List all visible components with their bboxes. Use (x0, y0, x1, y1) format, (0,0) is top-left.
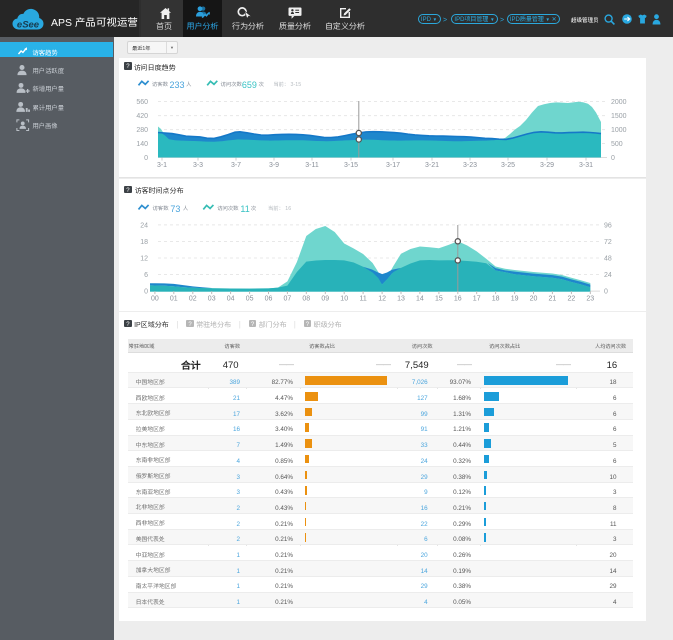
svg-text:03: 03 (208, 294, 216, 304)
svg-text:访问次数: 访问次数 (221, 80, 243, 88)
svg-text:访客数: 访客数 (152, 80, 169, 88)
svg-text:3-7: 3-7 (231, 160, 241, 170)
svg-text:3-11: 3-11 (305, 160, 319, 170)
svg-text:3-29: 3-29 (540, 160, 554, 170)
svg-text:560: 560 (136, 97, 148, 107)
svg-text:72: 72 (604, 237, 612, 247)
svg-text:访客数: 访客数 (153, 204, 170, 212)
svg-text:eSee: eSee (17, 19, 40, 30)
svg-text:3-31: 3-31 (579, 160, 593, 170)
svg-text:16: 16 (454, 294, 462, 304)
svg-text:13: 13 (397, 294, 405, 304)
svg-text:140: 140 (136, 139, 148, 149)
svg-text:1500: 1500 (611, 111, 627, 121)
svg-text:0: 0 (144, 287, 148, 297)
svg-text:0: 0 (604, 287, 608, 297)
svg-text:280: 280 (136, 125, 148, 135)
svg-text:0: 0 (144, 153, 148, 163)
svg-text:20: 20 (530, 294, 538, 304)
svg-text:6: 6 (144, 270, 148, 280)
svg-text:次: 次 (259, 80, 265, 88)
svg-text:0: 0 (611, 153, 615, 163)
svg-text:02: 02 (189, 294, 197, 304)
svg-text:05: 05 (246, 294, 254, 304)
svg-text:10: 10 (340, 294, 348, 304)
svg-text:12: 12 (378, 294, 386, 304)
svg-text:233: 233 (170, 78, 185, 91)
svg-text:23: 23 (586, 294, 594, 304)
svg-text:73: 73 (170, 202, 180, 215)
svg-text:15: 15 (435, 294, 443, 304)
svg-text:3-1: 3-1 (157, 160, 167, 170)
svg-text:1000: 1000 (611, 125, 627, 135)
svg-text:22: 22 (568, 294, 576, 304)
svg-text:11: 11 (359, 294, 366, 304)
svg-text:3-3: 3-3 (193, 160, 203, 170)
svg-text:2000: 2000 (611, 97, 627, 107)
svg-text:人: 人 (183, 204, 189, 212)
svg-text:当前： 3-15: 当前： 3-15 (273, 80, 301, 88)
svg-text:当前： 16: 当前： 16 (268, 204, 291, 212)
svg-text:11: 11 (240, 202, 249, 215)
svg-text:18: 18 (140, 237, 148, 247)
svg-text:09: 09 (321, 294, 329, 304)
svg-text:3-15: 3-15 (344, 160, 358, 170)
svg-text:06: 06 (265, 294, 273, 304)
svg-text:24: 24 (604, 270, 612, 280)
svg-text:08: 08 (302, 294, 310, 304)
svg-text:420: 420 (136, 111, 148, 121)
svg-text:19: 19 (511, 294, 519, 304)
svg-text:04: 04 (227, 294, 235, 304)
svg-text:01: 01 (170, 294, 178, 304)
svg-text:3-23: 3-23 (463, 160, 477, 170)
svg-text:18: 18 (492, 294, 500, 304)
svg-text:12: 12 (140, 254, 148, 264)
svg-text:21: 21 (549, 294, 557, 304)
svg-text:3-9: 3-9 (269, 160, 279, 170)
svg-text:96: 96 (604, 220, 612, 230)
svg-text:07: 07 (284, 294, 292, 304)
svg-text:3-21: 3-21 (425, 160, 439, 170)
svg-text:24: 24 (140, 220, 148, 230)
svg-text:次: 次 (251, 204, 257, 212)
svg-text:3-25: 3-25 (501, 160, 515, 170)
svg-text:659: 659 (242, 78, 257, 91)
svg-text:17: 17 (473, 294, 481, 304)
svg-text:人: 人 (186, 80, 192, 88)
svg-text:00: 00 (151, 294, 159, 304)
svg-text:3-17: 3-17 (386, 160, 400, 170)
svg-text:14: 14 (416, 294, 424, 304)
svg-text:48: 48 (604, 254, 612, 264)
svg-text:访问次数: 访问次数 (217, 204, 239, 212)
svg-text:500: 500 (611, 139, 623, 149)
